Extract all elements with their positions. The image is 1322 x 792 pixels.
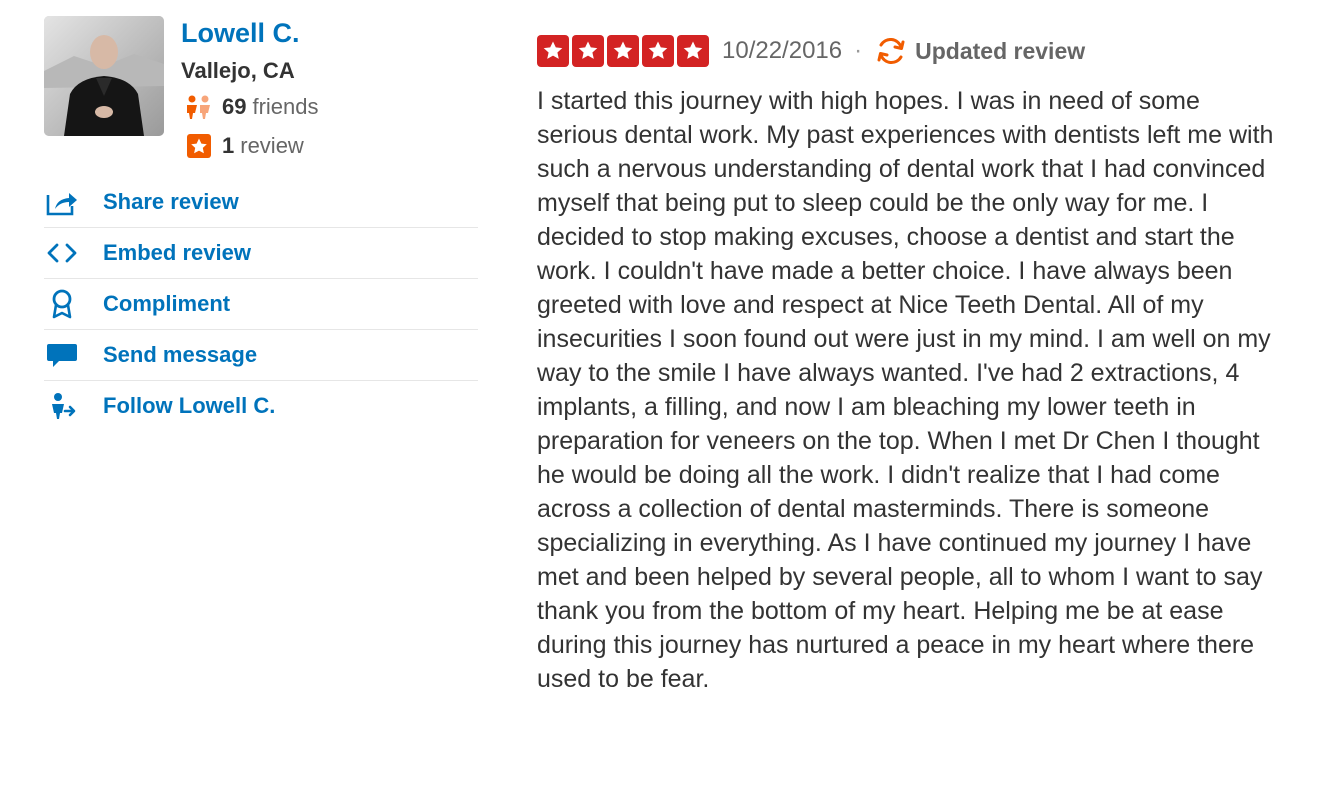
follow-user-action[interactable]: Follow Lowell C. [44,381,478,431]
review-actions: Share review Embed review Compliment Sen… [44,177,478,431]
embed-review-label: Embed review [103,240,251,265]
avatar[interactable] [44,16,164,136]
friends-label: friends [252,94,319,119]
speech-bubble-icon [44,340,80,370]
star-rating [537,35,712,67]
share-review-action[interactable]: Share review [44,177,478,228]
review-date: 10/22/2016 [722,37,843,64]
compliment-label: Compliment [103,291,231,316]
follow-person-icon [44,391,80,421]
reviews-label: review [240,133,304,158]
share-icon [44,187,80,217]
send-message-action[interactable]: Send message [44,330,478,381]
compliment-action[interactable]: Compliment [44,279,478,330]
star-icon [572,35,604,67]
updated-review-link[interactable]: Updated review [874,34,1085,68]
friends-icon [184,94,214,120]
user-name[interactable]: Lowell C. [181,18,300,49]
separator-dot: · [854,37,863,64]
user-location: Vallejo, CA [181,58,295,83]
star-icon [607,35,639,67]
updated-review-label: Updated review [915,37,1086,64]
follow-user-label: Follow Lowell C. [103,393,276,418]
review-count: 1 review [184,132,304,160]
friends-number: 69 [222,94,247,119]
star-icon [537,35,569,67]
reviews-number: 1 [222,133,235,158]
embed-code-icon [44,238,80,268]
review-text: I started this journey with high hopes. … [537,87,1274,693]
share-review-label: Share review [103,189,239,214]
star-icon [677,35,709,67]
review-star-icon [184,133,214,159]
refresh-icon [874,34,908,68]
award-ribbon-icon [44,289,80,319]
review-header: 10/22/2016 · Updated review [537,32,1085,70]
embed-review-action[interactable]: Embed review [44,228,478,279]
friends-count: 69 friends [184,93,319,121]
user-photo [44,16,164,136]
send-message-label: Send message [103,342,258,367]
star-icon [642,35,674,67]
